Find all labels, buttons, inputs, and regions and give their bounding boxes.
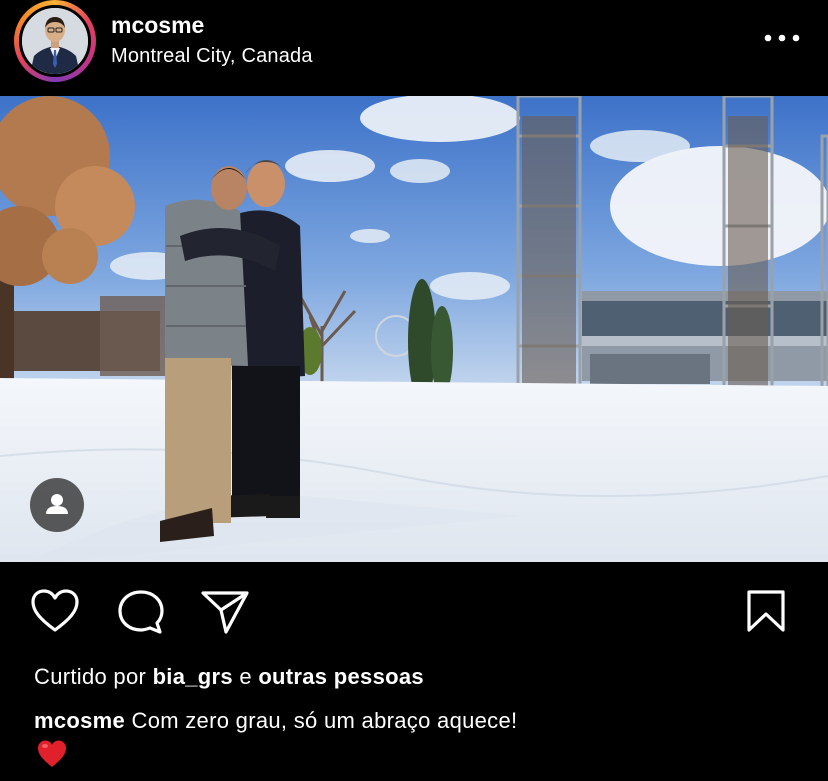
- likes-summary: Curtido por bia_grs e outras pessoas: [34, 664, 424, 690]
- liker-username[interactable]: bia_grs: [153, 664, 233, 689]
- tagged-users-icon[interactable]: [30, 478, 84, 532]
- post-photo[interactable]: [0, 96, 828, 562]
- like-icon[interactable]: [30, 588, 80, 639]
- share-icon[interactable]: [200, 588, 250, 641]
- story-ring[interactable]: [14, 0, 96, 82]
- likes-prefix: Curtido por: [34, 664, 147, 689]
- post-header: mcosme Montreal City, Canada: [0, 0, 828, 96]
- likes-others[interactable]: outras pessoas: [258, 664, 424, 689]
- avatar[interactable]: [19, 5, 91, 77]
- post-username[interactable]: mcosme: [111, 12, 204, 39]
- comment-icon[interactable]: [116, 588, 166, 641]
- save-icon[interactable]: [744, 588, 788, 639]
- post-location[interactable]: Montreal City, Canada: [111, 45, 313, 68]
- caption-text: Com zero grau, só um abraço aquece!: [131, 708, 518, 733]
- more-options-icon[interactable]: [760, 26, 804, 50]
- heart-emoji-icon: [36, 738, 68, 770]
- caption-username[interactable]: mcosme: [34, 708, 125, 733]
- post-actions: [0, 562, 828, 652]
- likes-connector: e: [239, 664, 252, 689]
- post-caption: mcosme Com zero grau, só um abraço aquec…: [34, 708, 517, 734]
